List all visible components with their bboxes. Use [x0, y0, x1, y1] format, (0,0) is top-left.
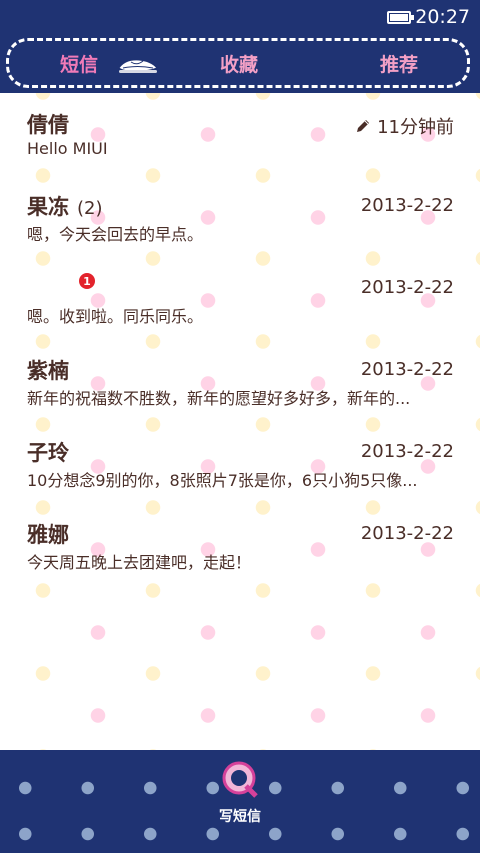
- status-time: 20:27: [415, 6, 470, 28]
- message-item-qianqian[interactable]: 倩倩 11分钟前 Hello MIUI: [0, 93, 480, 173]
- contact-name: 子玲: [27, 441, 69, 465]
- message-time: 2013-2-22: [360, 277, 454, 298]
- contact-name: 倩倩: [27, 113, 69, 137]
- message-snippet: 新年的祝福数不胜数，新年的愿望好多好多，新年的...: [27, 389, 411, 408]
- message-time: 2013-2-22: [360, 523, 454, 544]
- unread-badge: 1: [79, 273, 95, 289]
- message-item-ziling[interactable]: 子玲 2013-2-22 10分想念9别的你，8张照片7张是你，6只小狗5只像.…: [0, 421, 480, 501]
- message-count: (2): [77, 198, 103, 219]
- message-snippet: 嗯。收到啦。同乐同乐。: [27, 307, 204, 326]
- message-snippet: 今天周五晚上去团建吧，走起！: [27, 553, 252, 572]
- message-item-zinan[interactable]: 紫楠 2013-2-22 新年的祝福数不胜数，新年的愿望好多好多，新年的...: [0, 339, 480, 419]
- bottom-bar: 写短信: [0, 750, 480, 853]
- message-time: 2013-2-22: [360, 195, 454, 216]
- slipper-icon: [118, 59, 158, 73]
- battery-icon: [387, 10, 415, 24]
- message-list[interactable]: 倩倩 11分钟前 Hello MIUI 果冻 (2) 2013-2-22 嗯，今天…: [0, 93, 480, 750]
- contact-name: 紫楠: [27, 359, 69, 383]
- message-time: 2013-2-22: [360, 441, 454, 462]
- tab-favorites[interactable]: 收藏: [220, 50, 258, 77]
- compose-label: 写短信: [219, 809, 261, 825]
- message-snippet: 嗯，今天会回去的早点。: [27, 225, 204, 244]
- contact-name: 果冻 (2): [27, 195, 103, 219]
- status-bar: 20:27: [0, 0, 480, 34]
- message-item-guodong[interactable]: 果冻 (2) 2013-2-22 嗯，今天会回去的早点。: [0, 175, 480, 255]
- message-time: 2013-2-22: [360, 359, 454, 380]
- message-snippet: Hello MIUI: [27, 139, 108, 158]
- contact-name: 雅娜: [27, 523, 69, 547]
- compose-icon: [222, 761, 258, 798]
- tab-messages[interactable]: 短信: [60, 50, 98, 77]
- pencil-icon: [357, 120, 370, 132]
- message-time: 11分钟前: [355, 113, 454, 139]
- compose-button[interactable]: 写短信: [200, 760, 280, 840]
- message-item-yana[interactable]: 雅娜 2013-2-22 今天周五晚上去团建吧，走起！: [0, 503, 480, 583]
- tab-header: 短信 收藏 推荐: [0, 34, 480, 93]
- message-item-unknown[interactable]: 1 2013-2-22 嗯。收到啦。同乐同乐。: [0, 257, 480, 337]
- message-snippet: 10分想念9别的你，8张照片7张是你，6只小狗5只像...: [27, 471, 418, 490]
- tab-recommended[interactable]: 推荐: [380, 50, 418, 77]
